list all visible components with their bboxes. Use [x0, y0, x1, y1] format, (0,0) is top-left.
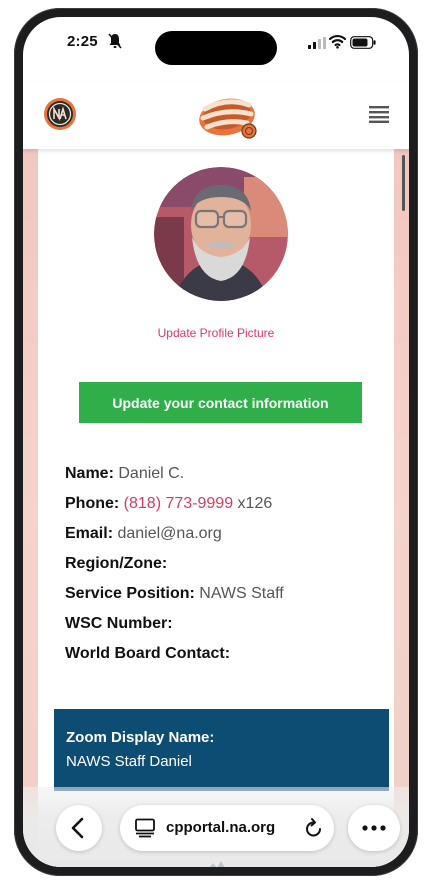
service-position-label: Service Position:: [65, 585, 195, 602]
contact-row-email: Email: daniel@na.org: [65, 523, 385, 553]
hamburger-menu-icon[interactable]: [369, 105, 389, 123]
phone-frame: 2:25 Update Profile Picture Update your …: [14, 8, 418, 876]
contact-row-world-board: World Board Contact:: [65, 643, 385, 673]
contact-details: Name: Daniel C. Phone: (818) 773-9999 x1…: [65, 463, 385, 673]
contact-row-service: Service Position: NAWS Staff: [65, 583, 385, 613]
reload-icon[interactable]: [304, 817, 324, 839]
name-label: Name:: [65, 465, 114, 482]
na-logo[interactable]: [43, 97, 77, 131]
more-dots-icon: [362, 825, 386, 831]
email-value: daniel@na.org: [117, 525, 222, 542]
screenshot-stage: 2:25 Update Profile Picture Update your …: [0, 0, 439, 884]
faded-page-icon: [210, 861, 225, 867]
page-background: Update Profile Picture Update your conta…: [23, 149, 409, 867]
update-profile-picture-link[interactable]: Update Profile Picture: [23, 326, 409, 340]
back-button[interactable]: [56, 805, 102, 851]
zoom-display-box: Zoom Display Name: NAWS Staff Daniel: [54, 709, 389, 791]
contact-row-name: Name: Daniel C.: [65, 463, 385, 493]
service-position-value: NAWS Staff: [199, 585, 284, 602]
wifi-icon: [329, 34, 346, 49]
dynamic-island: [155, 31, 277, 65]
bell-silenced-icon: [108, 33, 122, 49]
wsc-number-label: WSC Number:: [65, 615, 173, 632]
phone-link[interactable]: (818) 773-9999: [124, 495, 233, 512]
battery-icon: [350, 36, 376, 49]
contact-row-region: Region/Zone:: [65, 553, 385, 583]
browser-toolbar: cpportal.na.org: [23, 787, 409, 867]
region-label: Region/Zone:: [65, 555, 168, 572]
email-label: Email:: [65, 525, 114, 542]
phone-extension: x126: [237, 495, 273, 512]
update-contact-button[interactable]: Update your contact information: [79, 382, 362, 423]
world-board-contact-label: World Board Contact:: [65, 645, 231, 662]
url-text[interactable]: cpportal.na.org: [166, 819, 275, 836]
site-header: [23, 81, 409, 149]
phone-screen: 2:25 Update Profile Picture Update your …: [23, 17, 409, 867]
zoom-display-value: NAWS Staff Daniel: [66, 753, 192, 770]
name-value: Daniel C.: [118, 465, 185, 482]
zoom-display-label: Zoom Display Name:: [66, 729, 215, 746]
chevron-left-icon: [71, 817, 84, 839]
signal-icon: [308, 37, 326, 49]
status-bar: 2:25: [23, 17, 409, 81]
status-time: 2:25: [67, 33, 98, 50]
phone-label: Phone:: [65, 495, 120, 512]
page-scrollbar[interactable]: [402, 155, 405, 211]
contact-row-phone: Phone: (818) 773-9999 x126: [65, 493, 385, 523]
tabs-icon[interactable]: [134, 818, 156, 838]
contact-row-wsc: WSC Number:: [65, 613, 385, 643]
more-options-button[interactable]: [348, 805, 400, 851]
our-common-welfare-logo[interactable]: [191, 87, 263, 143]
profile-photo: [154, 167, 288, 301]
address-bar[interactable]: cpportal.na.org: [120, 805, 334, 851]
